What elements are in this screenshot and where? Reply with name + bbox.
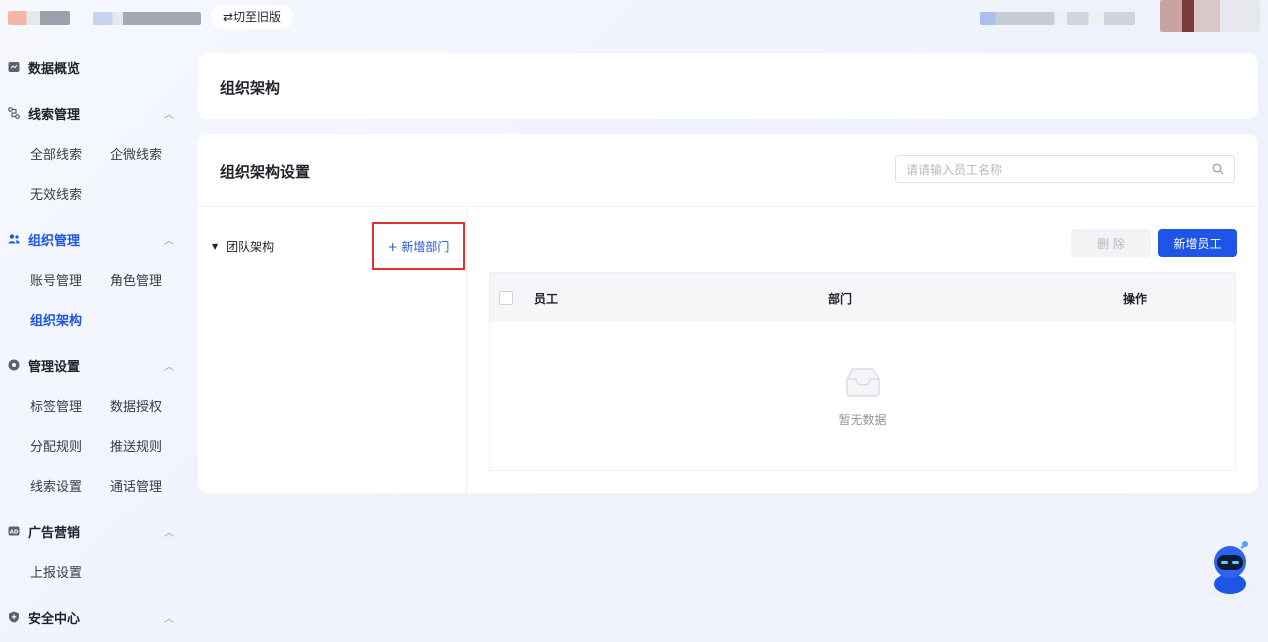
table-header: 员工 部门 操作 <box>490 273 1235 322</box>
delete-button[interactable]: 删 除 <box>1071 229 1151 257</box>
chevron-up-icon: ︿ <box>164 236 174 247</box>
assistant-bot-icon[interactable] <box>1200 536 1260 602</box>
employee-table: 员工 部门 操作 暂无数据 <box>489 272 1236 471</box>
sidebar-item-org-structure[interactable]: 组织架构 <box>30 310 82 329</box>
empty-inbox-icon <box>490 365 1235 403</box>
sidebar-item-wecom-clues[interactable]: 企微线索 <box>110 144 162 163</box>
page-title: 组织架构 <box>220 79 281 97</box>
add-employee-button[interactable]: 新增员工 <box>1158 229 1237 257</box>
chevron-up-icon: ︿ <box>164 614 174 625</box>
divider <box>198 206 1258 207</box>
sidebar-group-organization[interactable]: 组织管理 ︿ <box>8 228 178 250</box>
tree-node-team[interactable]: ▼ 团队架构 <box>212 238 274 255</box>
divider <box>466 207 467 493</box>
sidebar-group-ads[interactable]: AD 广告营销 ︿ <box>8 520 178 542</box>
sidebar-group-label: 广告营销 <box>28 525 81 541</box>
column-header-actions: 操作 <box>1123 292 1148 306</box>
sidebar-item-tags[interactable]: 标签管理 <box>30 396 82 415</box>
chevron-up-icon: ︿ <box>164 362 174 373</box>
sidebar-item-report-settings[interactable]: 上报设置 <box>30 562 82 581</box>
search-icon[interactable] <box>1212 163 1224 179</box>
chevron-up-icon: ︿ <box>164 110 174 121</box>
avatar[interactable] <box>1160 0 1260 32</box>
column-header-employee[interactable]: 员工 <box>534 290 558 307</box>
column-header-department[interactable]: 部门 <box>828 290 852 307</box>
org-settings-card: 组织架构设置 ▼ 团队架构 + 新增部门 删 除 新增员工 员工 部门 操作 暂… <box>198 134 1258 493</box>
search-input[interactable] <box>896 156 1208 184</box>
tree-node-label: 团队架构 <box>226 240 275 254</box>
sidebar-item-push-rules[interactable]: 推送规则 <box>110 436 162 455</box>
section-title: 组织架构设置 <box>220 163 311 181</box>
svg-text:AD: AD <box>10 530 19 536</box>
flow-icon <box>8 107 20 119</box>
shield-icon <box>8 611 20 623</box>
sidebar-group-label: 数据概览 <box>28 61 81 77</box>
select-all-checkbox[interactable] <box>499 291 513 305</box>
sidebar-item-assign-rules[interactable]: 分配规则 <box>30 436 82 455</box>
sidebar-group-label: 安全中心 <box>28 611 81 627</box>
sidebar-item-call-management[interactable]: 通话管理 <box>110 476 162 495</box>
switch-old-version-button[interactable]: ⇄切至旧版 <box>211 5 294 29</box>
sidebar-item-accounts[interactable]: 账号管理 <box>30 270 82 289</box>
chart-icon <box>8 61 20 73</box>
sidebar-item-invalid-clues[interactable]: 无效线索 <box>30 184 82 203</box>
settings-icon <box>8 359 20 371</box>
sidebar-item-roles[interactable]: 角色管理 <box>110 270 162 289</box>
sidebar-group-label: 管理设置 <box>28 359 81 375</box>
logo <box>8 11 70 25</box>
empty-state-text: 暂无数据 <box>838 413 887 427</box>
sidebar-item-data-auth[interactable]: 数据授权 <box>110 396 162 415</box>
sidebar-item-all-clues[interactable]: 全部线索 <box>30 144 82 163</box>
ad-icon: AD <box>8 525 20 537</box>
page-header-card: 组织架构 <box>198 53 1258 119</box>
top-bar: ⇄切至旧版 <box>0 0 1268 36</box>
add-department-button[interactable]: + 新增部门 <box>372 222 465 270</box>
workspace-name <box>93 12 201 25</box>
chevron-up-icon: ︿ <box>164 528 174 539</box>
sidebar-group-clues[interactable]: 线索管理 ︿ <box>8 102 178 124</box>
sidebar-item-clue-settings[interactable]: 线索设置 <box>30 476 82 495</box>
sidebar-group-settings[interactable]: 管理设置 ︿ <box>8 354 178 376</box>
account-info <box>980 12 1135 25</box>
caret-down-icon[interactable]: ▼ <box>212 242 218 251</box>
sidebar-group-security[interactable]: 安全中心 ︿ <box>8 606 178 628</box>
users-icon <box>8 233 20 245</box>
sidebar-group-label: 组织管理 <box>28 233 81 249</box>
sidebar-group-label: 线索管理 <box>28 107 81 123</box>
sidebar-group-overview[interactable]: 数据概览 <box>8 56 178 78</box>
search-box <box>895 155 1235 184</box>
